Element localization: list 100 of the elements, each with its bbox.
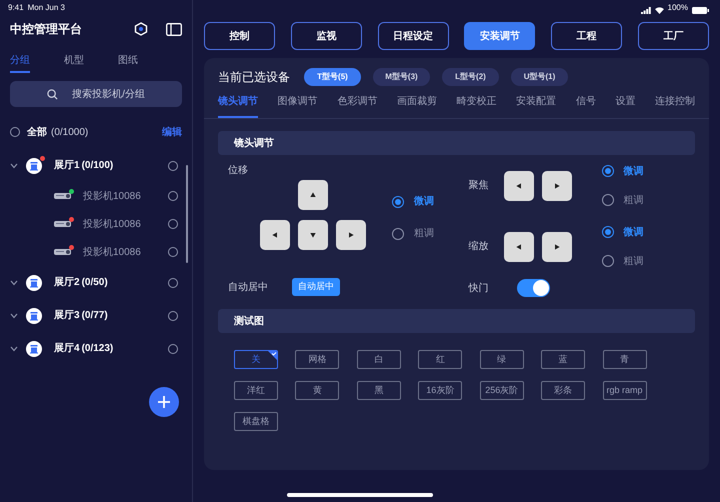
hexagon-settings-icon[interactable] xyxy=(134,22,148,36)
battery-percent: 100% xyxy=(668,2,688,14)
app-title: 中控管理平台 xyxy=(10,21,82,38)
arrow-button[interactable] xyxy=(504,170,534,200)
pattern-option[interactable]: 网格 xyxy=(295,350,340,369)
chevron-down-icon[interactable] xyxy=(10,346,18,352)
radio-button[interactable] xyxy=(602,226,614,238)
search-field[interactable]: 搜索投影机/分组 xyxy=(10,81,182,107)
chevron-down-icon[interactable] xyxy=(10,280,18,286)
plus-icon xyxy=(158,396,170,408)
group-count: (0/100) xyxy=(82,159,114,173)
pattern-option[interactable]: 蓝 xyxy=(541,350,586,369)
wifi-icon xyxy=(654,7,664,14)
building-icon xyxy=(26,340,42,356)
projector-name[interactable]: 投影机10086 xyxy=(83,216,141,232)
radio-button[interactable] xyxy=(392,228,404,240)
panel-tab[interactable]: 信号 xyxy=(576,94,596,118)
pattern-option[interactable]: 青 xyxy=(602,350,647,369)
panel-tab[interactable]: 设置 xyxy=(615,94,636,118)
shutter-label: 快门 xyxy=(468,282,490,296)
mode-label: 微调 xyxy=(624,226,644,240)
group-name[interactable]: 展厅4 xyxy=(54,341,80,356)
add-button[interactable] xyxy=(149,387,179,417)
nav-tab[interactable]: 工厂 xyxy=(638,22,709,50)
arrow-button[interactable] xyxy=(260,220,290,250)
shift-label: 位移 xyxy=(228,164,249,178)
mode-label: 微调 xyxy=(414,194,434,209)
projector-icon xyxy=(53,191,73,201)
panel-tab[interactable]: 安装配置 xyxy=(516,94,556,118)
pattern-option[interactable]: 黄 xyxy=(295,381,340,400)
pattern-option[interactable]: 16灰阶 xyxy=(418,381,462,400)
all-label: 全部 xyxy=(27,126,47,140)
sidebar-tab[interactable]: 图纸 xyxy=(118,53,138,73)
radio-button[interactable] xyxy=(602,194,614,206)
pattern-option[interactable]: 彩条 xyxy=(541,381,586,400)
arrow-button[interactable] xyxy=(504,232,534,262)
arrow-button[interactable] xyxy=(542,170,572,200)
arrow-button[interactable] xyxy=(336,220,366,250)
nav-tab[interactable]: 监视 xyxy=(290,22,362,50)
panel-tab[interactable]: 色彩调节 xyxy=(337,94,378,118)
triangle-right-icon xyxy=(552,242,560,250)
triangle-down-icon xyxy=(309,231,317,239)
group-name[interactable]: 展厅2 xyxy=(54,275,80,290)
arrow-button[interactable] xyxy=(542,232,572,262)
model-pill[interactable]: T型号(5) xyxy=(304,68,361,86)
pattern-option[interactable]: rgb ramp xyxy=(602,381,647,400)
building-icon xyxy=(26,158,42,174)
check-corner-icon xyxy=(268,351,277,360)
chevron-down-icon[interactable] xyxy=(10,162,18,168)
panel-tab[interactable]: 图像调节 xyxy=(278,94,318,118)
chevron-down-icon[interactable] xyxy=(10,312,18,318)
model-pill[interactable]: M型号(3) xyxy=(373,68,430,86)
mode-label: 粗调 xyxy=(624,254,644,268)
nav-tab[interactable]: 工程 xyxy=(551,22,622,50)
pattern-option[interactable]: 关 xyxy=(234,350,278,369)
triangle-left-icon xyxy=(514,242,522,250)
nav-tab[interactable]: 安装调节 xyxy=(464,22,536,50)
panel-tab[interactable]: 镜头调节 xyxy=(218,94,258,118)
panel-tab[interactable]: 连接控制 xyxy=(655,94,695,118)
group-name[interactable]: 展厅1 xyxy=(54,158,80,173)
group-name[interactable]: 展厅3 xyxy=(54,308,80,323)
nav-tab[interactable]: 日程设定 xyxy=(378,22,449,50)
status-time: 9:41 xyxy=(8,2,24,14)
group-count: (0/50) xyxy=(82,276,108,290)
pattern-option[interactable]: 黑 xyxy=(356,381,401,400)
arrow-button[interactable] xyxy=(298,180,328,210)
model-pill[interactable]: L型号(2) xyxy=(442,68,499,86)
auto-center-label: 自动居中 xyxy=(228,280,268,294)
pattern-option[interactable]: 白 xyxy=(356,350,401,369)
radio-button[interactable] xyxy=(392,196,404,208)
projector-icon xyxy=(53,247,73,257)
pattern-option[interactable]: 256灰阶 xyxy=(480,381,524,400)
panel-tab[interactable]: 畸变校正 xyxy=(456,94,496,118)
nav-tab[interactable]: 控制 xyxy=(204,22,275,50)
projector-name[interactable]: 投影机10086 xyxy=(83,244,141,260)
auto-center-button[interactable]: 自动居中 xyxy=(292,278,340,296)
pattern-option[interactable]: 绿 xyxy=(480,350,524,369)
arrow-button[interactable] xyxy=(298,220,328,250)
focus-label: 聚焦 xyxy=(468,179,490,193)
sidebar-toggle-icon[interactable] xyxy=(166,22,182,36)
pattern-option[interactable]: 红 xyxy=(418,350,462,369)
sidebar-tab[interactable]: 分组 xyxy=(10,53,30,73)
zoom-label: 缩放 xyxy=(468,240,490,254)
pattern-option[interactable]: 棋盘格 xyxy=(234,412,278,431)
radio-button[interactable] xyxy=(602,165,614,177)
all-count: (0/1000) xyxy=(51,126,88,140)
radio-button[interactable] xyxy=(602,255,614,267)
search-icon xyxy=(47,88,58,100)
projector-name[interactable]: 投影机10086 xyxy=(83,188,141,204)
building-icon xyxy=(26,274,42,290)
battery-icon xyxy=(692,7,709,14)
shutter-toggle[interactable] xyxy=(516,279,550,297)
pattern-option[interactable]: 洋红 xyxy=(234,381,278,400)
edit-link[interactable]: 编辑 xyxy=(162,124,182,140)
sidebar-tab[interactable]: 机型 xyxy=(64,53,84,73)
model-pill[interactable]: U型号(1) xyxy=(511,68,568,86)
projector-icon xyxy=(53,219,73,229)
panel-tab[interactable]: 画面裁剪 xyxy=(396,94,437,118)
group-count: (0/123) xyxy=(82,342,114,356)
signal-icon xyxy=(640,7,651,14)
